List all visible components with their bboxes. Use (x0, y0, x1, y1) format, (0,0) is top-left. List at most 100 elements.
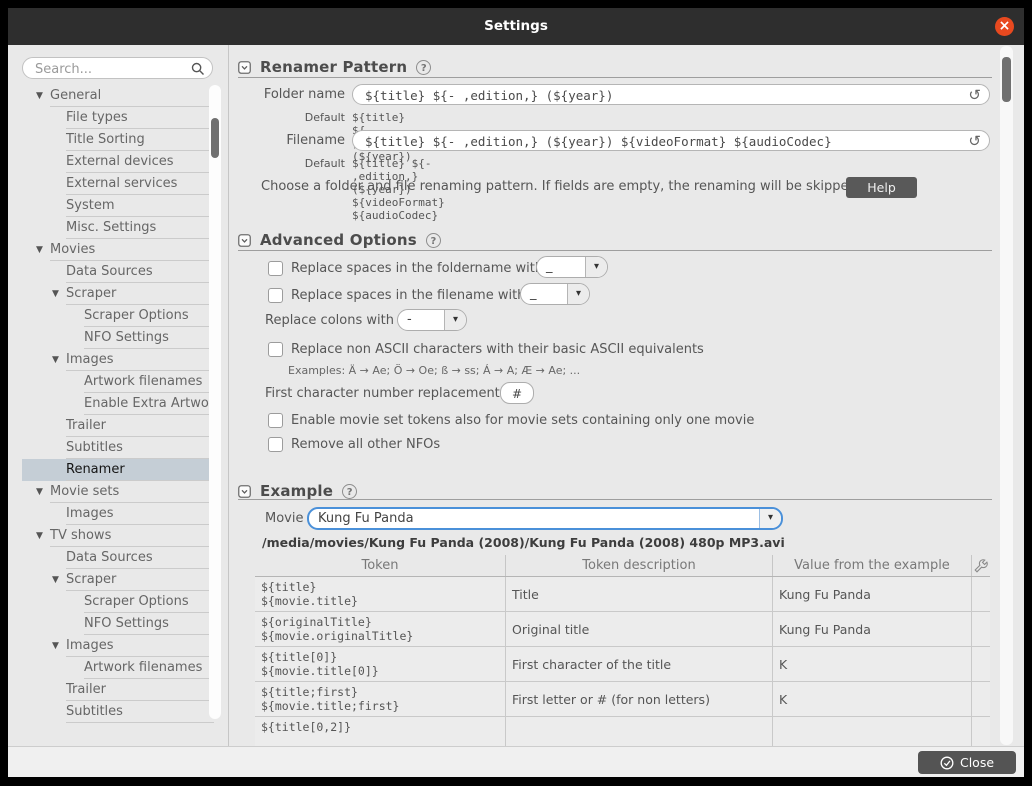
sidebar-item-trailer[interactable]: Trailer (22, 415, 214, 437)
foldername-space-replacement-dropdown[interactable]: _ ▾ (536, 256, 608, 278)
dropdown-value: Kung Fu Panda (309, 509, 759, 528)
sidebar-item-images[interactable]: Images (22, 503, 214, 525)
first-char-replacement-input[interactable] (510, 386, 534, 402)
sidebar-scrollbar-thumb[interactable] (211, 118, 219, 158)
sidebar-item-data-sources[interactable]: Data Sources (22, 547, 214, 569)
chevron-down-icon[interactable]: ▾ (585, 257, 607, 277)
close-button[interactable]: Close (918, 751, 1016, 774)
sidebar-item-tv-shows[interactable]: ▼TV shows (22, 525, 214, 547)
sidebar-item-artwork-filenames[interactable]: Artwork filenames (22, 371, 214, 393)
close-icon: × (999, 18, 1011, 34)
sidebar-item-nfo-settings[interactable]: NFO Settings (22, 613, 214, 635)
sidebar-item-title-sorting[interactable]: Title Sorting (22, 129, 214, 151)
folder-name-input[interactable] (363, 87, 962, 104)
sidebar-item-images[interactable]: ▼Images (22, 349, 214, 371)
chevron-down-icon[interactable]: ▾ (444, 310, 466, 330)
sidebar-item-enable-extra-artwork[interactable]: Enable Extra Artwork (22, 393, 214, 415)
help-icon[interactable]: ? (416, 60, 431, 75)
sidebar-item-trailer[interactable]: Trailer (22, 679, 214, 701)
collapse-icon[interactable] (238, 61, 251, 74)
sidebar-item-nfo-settings[interactable]: NFO Settings (22, 327, 214, 349)
sidebar-item-scraper-options[interactable]: Scraper Options (22, 591, 214, 613)
column-settings-cell[interactable] (972, 555, 990, 576)
default-label: Default (230, 111, 345, 124)
sidebar-item-movies[interactable]: ▼ Movies (22, 239, 214, 261)
sidebar-item-artwork-filenames[interactable]: Artwork filenames (22, 657, 214, 679)
collapse-icon[interactable] (238, 234, 251, 247)
sidebar-item-movie-sets[interactable]: ▼ Movie sets (22, 481, 214, 503)
replace-spaces-foldername-checkbox[interactable] (268, 261, 283, 276)
sidebar-item-external-devices[interactable]: External devices (22, 151, 214, 173)
colon-replacement-dropdown[interactable]: - ▾ (397, 309, 467, 331)
sidebar-item-scraper-options[interactable]: Scraper Options (22, 305, 214, 327)
token-table-body: ${title}${movie.title}TitleKung Fu Panda… (255, 577, 990, 746)
remove-nfos-checkbox[interactable] (268, 437, 283, 452)
titlebar: Settings × (8, 8, 1024, 45)
filename-field[interactable]: ↺ (352, 130, 990, 151)
sidebar-item-file-types[interactable]: File types (22, 107, 214, 129)
movie-set-tokens-row: Enable movie set tokens also for movie s… (268, 411, 754, 429)
sidebar-item-label: Images (66, 506, 114, 521)
replace-spaces-filename-row: Replace spaces in the filename with (268, 286, 525, 304)
reset-icon[interactable]: ↺ (968, 86, 981, 104)
help-icon[interactable]: ? (342, 484, 357, 499)
help-icon[interactable]: ? (426, 233, 441, 248)
example-path: /media/movies/Kung Fu Panda (2008)/Kung … (262, 535, 785, 550)
section-header-example: Example ? (238, 482, 357, 500)
value-cell: K (773, 647, 972, 681)
collapse-icon[interactable] (238, 485, 251, 498)
tree-expanded-icon[interactable]: ▼ (52, 289, 59, 299)
search-box[interactable] (22, 57, 213, 79)
replace-non-ascii-checkbox[interactable] (268, 342, 283, 357)
sidebar-item-system[interactable]: System (22, 195, 214, 217)
sidebar-item-label: Renamer (66, 462, 125, 477)
sidebar-item-scraper[interactable]: ▼Scraper (22, 283, 214, 305)
tree-expanded-icon[interactable]: ▼ (36, 91, 43, 101)
chevron-down-icon[interactable]: ▾ (759, 509, 781, 528)
tree-expanded-icon[interactable]: ▼ (36, 531, 43, 541)
sidebar-item-label: Scraper Options (84, 594, 189, 609)
sidebar-item-renamer[interactable]: Renamer (22, 459, 214, 481)
first-char-replacement-field[interactable] (500, 382, 534, 404)
window-close-button[interactable]: × (995, 17, 1014, 36)
sidebar-item-external-services[interactable]: External services (22, 173, 214, 195)
reset-icon[interactable]: ↺ (968, 132, 981, 150)
token-table-header: TokenToken descriptionValue from the exa… (255, 555, 990, 577)
folder-name-field[interactable]: ↺ (352, 84, 990, 105)
sidebar-item-scraper[interactable]: ▼Scraper (22, 569, 214, 591)
tree-expanded-icon[interactable]: ▼ (36, 245, 43, 255)
checkbox-label: Replace spaces in the filename with (291, 288, 525, 303)
sidebar-item-subtitles[interactable]: Subtitles (22, 701, 214, 723)
tree-expanded-icon[interactable]: ▼ (52, 641, 59, 651)
description-cell: First character of the title (506, 647, 773, 681)
search-input[interactable] (33, 61, 187, 79)
filename-space-replacement-dropdown[interactable]: _ ▾ (520, 283, 590, 305)
description-cell (506, 717, 773, 746)
first-char-replacement-label: First character number replacement (265, 386, 500, 401)
table-row: ${title;first}${movie.title;first}First … (255, 682, 990, 717)
sidebar-scrollbar[interactable] (209, 85, 221, 719)
tree-expanded-icon[interactable]: ▼ (52, 575, 59, 585)
filename-input[interactable] (363, 133, 962, 150)
help-button[interactable]: Help (846, 177, 917, 198)
sidebar-item-general[interactable]: ▼General (22, 85, 214, 107)
sidebar: ▼GeneralFile typesTitle SortingExternal … (8, 45, 229, 746)
movie-set-tokens-checkbox[interactable] (268, 413, 283, 428)
sidebar-item-misc-settings[interactable]: Misc. Settings (22, 217, 214, 239)
sidebar-item-images[interactable]: ▼ Images (22, 635, 214, 657)
sidebar-item-label: Movie sets (50, 484, 119, 499)
main-scrollbar-thumb[interactable] (1002, 57, 1011, 102)
wrench-icon[interactable] (974, 559, 988, 573)
tree-expanded-icon[interactable]: ▼ (52, 355, 59, 365)
section-header-advanced-options: Advanced Options ? (238, 231, 441, 249)
replace-spaces-filename-checkbox[interactable] (268, 288, 283, 303)
dropdown-value: _ (521, 284, 567, 304)
sidebar-item-label: Images (66, 638, 114, 653)
movie-select-dropdown[interactable]: Kung Fu Panda ▾ (307, 507, 783, 530)
chevron-down-icon[interactable]: ▾ (567, 284, 589, 304)
main-scrollbar[interactable] (1000, 46, 1013, 745)
sidebar-item-subtitles[interactable]: Subtitles (22, 437, 214, 459)
sidebar-item-label: Movies (50, 242, 95, 257)
tree-expanded-icon[interactable]: ▼ (36, 487, 43, 497)
sidebar-item-data-sources[interactable]: Data Sources (22, 261, 214, 283)
